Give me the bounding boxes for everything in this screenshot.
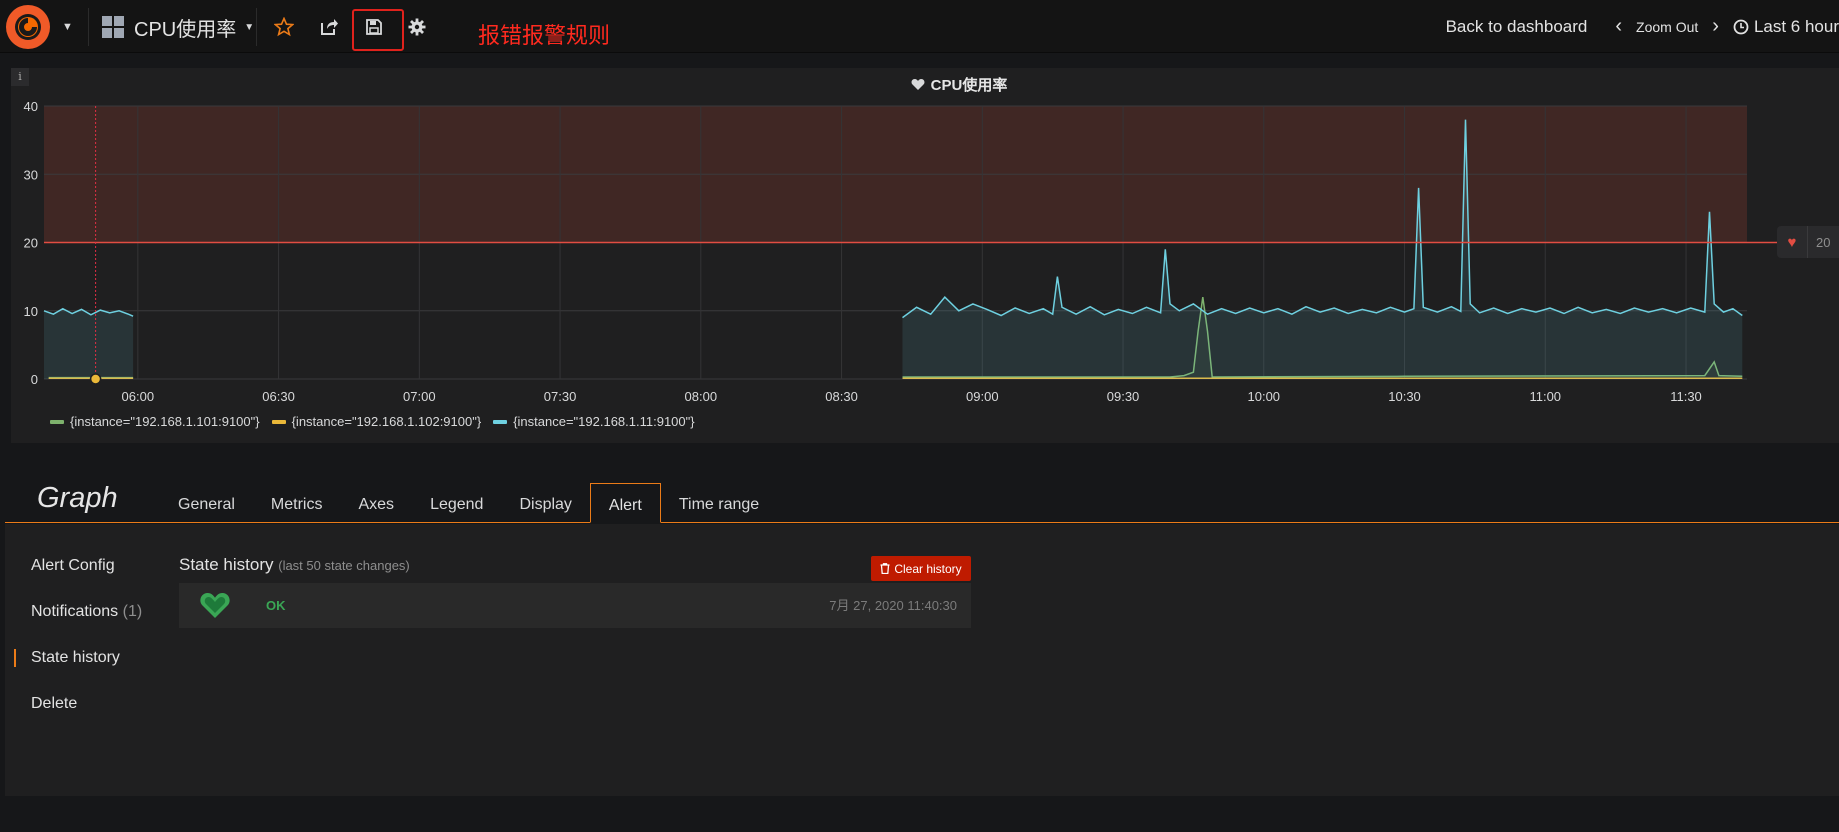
state-history-heading: State history [179, 555, 274, 574]
x-tick-label: 07:00 [403, 389, 436, 404]
history-row: OK 7月 27, 2020 11:40:30 [179, 583, 971, 628]
trash-icon [880, 563, 890, 574]
editor-title: Graph [37, 482, 118, 514]
y-tick-label: 0 [31, 372, 38, 387]
side-item-delete[interactable]: Delete [31, 695, 77, 713]
legend-item[interactable]: {instance="192.168.1.101:9100"} [50, 414, 260, 429]
series-area [44, 308, 134, 379]
tab-alert[interactable]: Alert [589, 483, 661, 523]
editor-tabs: General Metrics Axes Legend Display Aler… [160, 483, 777, 523]
history-state: OK [266, 598, 286, 613]
threshold-value: 20 [1807, 226, 1830, 258]
side-item-label: Notifications [31, 603, 119, 620]
x-tick-label: 06:00 [122, 389, 155, 404]
clear-history-button[interactable]: Clear history [871, 556, 971, 581]
y-tick-label: 20 [24, 236, 38, 251]
cpu-usage-chart[interactable]: 0 10 20 30 40 06:00 06:30 07:00 07:30 08:00 08:30 0… [0, 0, 1839, 450]
legend-swatch [50, 419, 64, 424]
state-history-title: State history (last 50 state changes) [179, 555, 410, 575]
x-tick-label: 10:30 [1388, 389, 1421, 404]
tab-general[interactable]: General [160, 483, 253, 523]
side-item-state-history[interactable]: State history [14, 649, 120, 667]
history-time: 7月 27, 2020 11:40:30 [829, 598, 957, 613]
x-tick-label: 09:30 [1107, 389, 1140, 404]
notifications-count: (1) [122, 603, 143, 620]
annotation-marker [89, 373, 102, 385]
clear-history-label: Clear history [894, 561, 962, 576]
legend-swatch [271, 419, 286, 424]
y-tick-label: 30 [24, 167, 38, 182]
legend-label: {instance="192.168.1.101:9100"} [70, 414, 260, 429]
editor-header: Graph General Metrics Axes Legend Displa… [5, 470, 1839, 523]
legend-label: {instance="192.168.1.102:9100"} [291, 414, 482, 429]
legend-item[interactable]: {instance="192.168.1.11:9100"} [493, 414, 695, 429]
tab-time-range[interactable]: Time range [661, 483, 777, 523]
x-tick-label: 11:00 [1529, 389, 1561, 404]
x-tick-label: 11:30 [1670, 389, 1702, 404]
threshold-handle[interactable]: ♥ 20 [1777, 226, 1839, 258]
y-tick-label: 40 [24, 99, 38, 114]
x-tick-label: 08:30 [825, 389, 858, 404]
legend-swatch [493, 419, 508, 424]
tab-legend[interactable]: Legend [412, 483, 501, 523]
broken-heart-icon: ♥ [1787, 233, 1797, 251]
tab-display[interactable]: Display [501, 483, 589, 523]
x-tick-label: 06:30 [262, 389, 295, 404]
x-tick-label: 10:00 [1248, 389, 1281, 404]
side-item-alert-config[interactable]: Alert Config [31, 557, 115, 575]
x-tick-label: 07:30 [544, 389, 577, 404]
x-tick-label: 08:00 [685, 389, 718, 404]
legend-label: {instance="192.168.1.11:9100"} [513, 414, 695, 429]
tab-axes[interactable]: Axes [340, 483, 412, 523]
legend-item[interactable]: {instance="192.168.1.102:9100"} [271, 414, 482, 429]
state-history-subtitle: (last 50 state changes) [278, 558, 410, 573]
y-tick-label: 10 [24, 304, 38, 319]
heart-ok-icon [200, 593, 230, 618]
x-tick-label: 09:00 [966, 389, 999, 404]
tab-metrics[interactable]: Metrics [253, 483, 341, 523]
chart-legend: {instance="192.168.1.101:9100"} {instanc… [50, 414, 695, 429]
side-item-notifications[interactable]: Notifications (1) [31, 603, 142, 621]
panel-editor: Graph General Metrics Axes Legend Displa… [0, 470, 1839, 832]
